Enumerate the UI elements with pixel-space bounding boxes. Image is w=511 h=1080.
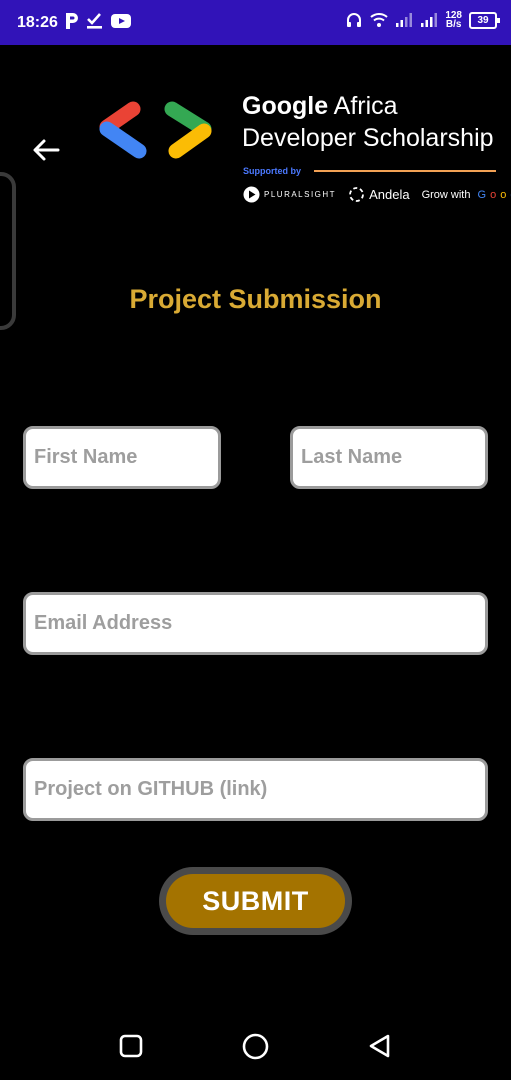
recent-apps-icon[interactable] [119,1034,143,1058]
notification-icons [64,11,132,31]
grow-with-google-logo: Grow with Google [422,189,511,201]
battery-icon: 39 [469,11,500,29]
pluralsight-logo: PLURALSIGHT [243,186,336,203]
google-developers-logo [99,101,212,159]
submit-button[interactable]: SUBMIT [166,874,345,928]
system-icons: 128 B/s 39 [345,11,500,30]
checkmark-icon [87,13,102,29]
partner-logos: PLURALSIGHT Andela Grow with Google [243,186,511,203]
pluralsight-label: PLURALSIGHT [264,190,337,199]
github-link-field[interactable]: Project on GITHUB (link) [23,758,488,821]
email-field[interactable]: Email Address [23,592,488,655]
wifi-icon [370,13,388,27]
navigation-bar [0,1010,511,1080]
last-name-field[interactable]: Last Name [290,426,488,489]
brand-title: Google Africa [242,92,398,121]
andela-label: Andela [369,187,410,202]
submit-button-ring: SUBMIT [159,867,352,935]
brand-africa: Africa [328,92,398,120]
brand-google: Google [242,92,329,120]
first-name-field[interactable]: First Name [23,426,221,489]
supported-by-rule [314,170,496,172]
signal-icon [421,13,438,27]
parking-icon [66,13,78,29]
brand-subtitle: Developer Scholarship [242,124,494,152]
back-icon[interactable] [367,1033,393,1059]
supported-by-label: Supported by [243,166,301,176]
back-arrow-icon[interactable] [30,134,62,166]
page-title: Project Submission [129,284,382,314]
andela-logo: Andela [348,186,410,203]
google-letter: o [490,188,497,201]
google-letter: G [477,188,487,201]
pluralsight-icon [243,186,260,203]
network-speed: 128 B/s [445,11,462,30]
google-letter: o [500,188,507,201]
grow-with-label: Grow with [421,188,474,201]
signal-icon [396,13,413,27]
youtube-icon [111,14,131,28]
andela-icon [349,187,364,202]
status-time: 18:26 [17,14,58,31]
headset-icon [347,13,362,27]
status-bar: 18:26 128 B/s 39 [0,0,511,45]
home-icon[interactable] [242,1033,269,1060]
network-speed-unit: B/s [445,19,462,30]
